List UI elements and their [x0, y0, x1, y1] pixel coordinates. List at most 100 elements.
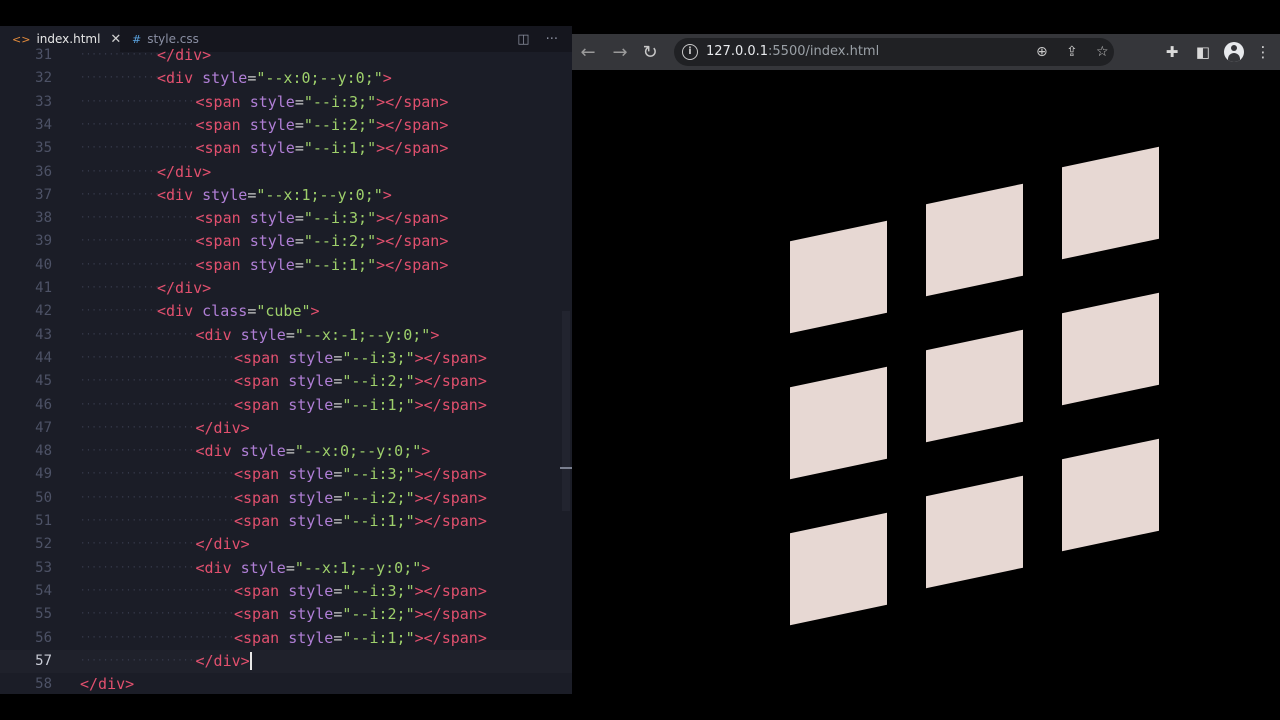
extensions-puzzle-icon[interactable]: ✚	[1158, 38, 1186, 66]
code-token: =	[247, 302, 257, 321]
line-number: 45	[35, 373, 52, 390]
code-line[interactable]: 42 ················· <div class="cube">	[0, 300, 572, 323]
share-icon[interactable]: ⇪	[1066, 38, 1078, 66]
code-token: "--x:1;--y:0;"	[294, 558, 422, 577]
code-token: <span	[195, 209, 241, 228]
code-line[interactable]: 34 ·························· <span style=…	[0, 114, 572, 137]
code-token: "--i:2;"	[342, 488, 415, 507]
code-line[interactable]: 53 ·························· <div style="…	[0, 557, 572, 580]
code-token: <span	[234, 348, 280, 367]
browser-toolbar: ← → ↻ i 127.0.0.1:5500/index.html ⊕ ⇪ ☆ …	[572, 34, 1280, 70]
code-line[interactable]: 40 ·························· <span style=…	[0, 254, 572, 277]
info-icon[interactable]: i	[682, 44, 698, 60]
zoom-icon[interactable]: ⊕	[1036, 38, 1048, 66]
code-line[interactable]: 47 ·························· </div>	[0, 417, 572, 440]
code-token: >	[421, 442, 431, 461]
editor-scrollbar[interactable]	[562, 311, 570, 511]
code-text: <span style="--i:3;"></span>	[234, 580, 487, 603]
line-number: 44	[35, 349, 52, 366]
code-line[interactable]: 55 ·································· <spa…	[0, 603, 572, 626]
code-line[interactable]: 54 ·································· <spa…	[0, 580, 572, 603]
code-token: =	[247, 69, 257, 88]
reload-icon[interactable]: ↻	[636, 38, 664, 66]
code-token: >	[202, 46, 212, 64]
code-line[interactable]: 58 </div>	[0, 673, 572, 694]
code-token: style	[240, 558, 286, 577]
scroll-position-marker	[560, 467, 572, 469]
code-token: <div	[157, 302, 194, 321]
code-token: =	[294, 209, 304, 228]
code-line[interactable]: 37 ················· <div style="--x:1;--y…	[0, 184, 572, 207]
code-line[interactable]: 32 ················· <div style="--x:0;--y…	[0, 67, 572, 90]
code-line[interactable]: 52 ·························· </div>	[0, 533, 572, 556]
code-token: "--i:1;"	[303, 255, 377, 274]
code-text: <span style="--i:1;"></span>	[234, 510, 487, 533]
back-arrow-icon[interactable]: ←	[574, 38, 602, 66]
code-token: <div	[195, 558, 232, 577]
code-token: div	[175, 46, 203, 64]
menu-kebab-icon[interactable]: ⋮	[1249, 38, 1277, 66]
code-line[interactable]: 49 ·································· <spa…	[0, 463, 572, 486]
code-line[interactable]: 50 ·································· <spa…	[0, 487, 572, 510]
code-token: "cube"	[256, 302, 311, 321]
line-number: 48	[35, 443, 52, 460]
code-token: "--i:3;"	[342, 348, 415, 367]
code-line[interactable]: 35 ·························· <span style=…	[0, 137, 572, 160]
code-token: </div>	[195, 535, 250, 554]
line-number: 46	[35, 396, 52, 413]
line-number: 34	[35, 116, 52, 133]
code-line[interactable]: 39 ·························· <span style=…	[0, 230, 572, 253]
address-bar[interactable]: i 127.0.0.1:5500/index.html ⊕ ⇪ ☆	[674, 38, 1114, 66]
profile-avatar-icon[interactable]	[1224, 42, 1244, 62]
code-line[interactable]: 38 ·························· <span style=…	[0, 207, 572, 230]
code-token: ></span>	[376, 232, 449, 251]
code-token: <span	[234, 395, 280, 414]
code-line[interactable]: 33 ·························· <span style=…	[0, 91, 572, 114]
code-line[interactable]: 41 ················· </div>	[0, 277, 572, 300]
line-number: 56	[35, 629, 52, 646]
code-token: ></span>	[414, 395, 487, 414]
code-line[interactable]: 48 ·························· <div style="…	[0, 440, 572, 463]
code-token: "--i:1;"	[342, 395, 415, 414]
line-number: 57	[35, 652, 52, 669]
code-line[interactable]: 45 ·································· <spa…	[0, 370, 572, 393]
line-number: 37	[35, 186, 52, 203]
line-number: 35	[35, 140, 52, 157]
code-text: <span style="--i:3;"></span>	[234, 463, 487, 486]
code-line[interactable]: 51 ·································· <spa…	[0, 510, 572, 533]
code-line[interactable]: 31 ················· </div>	[0, 44, 572, 67]
code-line[interactable]: 44 ·································· <spa…	[0, 347, 572, 370]
code-token: "--i:2;"	[303, 232, 377, 251]
forward-arrow-icon[interactable]: →	[606, 38, 634, 66]
bookmark-star-icon[interactable]: ☆	[1096, 38, 1109, 66]
url-path: :5500/index.html	[768, 44, 880, 59]
code-token: =	[294, 255, 304, 274]
cube-face-tile	[1062, 292, 1159, 406]
code-line[interactable]: 57 ·························· </div>	[0, 649, 572, 674]
code-line[interactable]: 43 ·························· <div style="…	[0, 324, 572, 347]
cube-face-tile	[1062, 146, 1159, 260]
code-token: style	[240, 442, 286, 461]
code-token: ></span>	[414, 581, 487, 600]
code-token: >	[382, 69, 392, 88]
browser-window: ← → ↻ i 127.0.0.1:5500/index.html ⊕ ⇪ ☆ …	[572, 26, 1280, 694]
code-text: <span style="--i:3;"></span>	[196, 91, 449, 114]
code-text: </div>	[196, 417, 250, 440]
line-number: 53	[35, 559, 52, 576]
code-area[interactable]: 31 ················· </div> 32 ·············…	[0, 46, 572, 694]
code-text: <span style="--i:2;"></span>	[234, 487, 487, 510]
code-token: <span	[195, 139, 241, 158]
url-text[interactable]: 127.0.0.1:5500/index.html	[706, 38, 879, 66]
code-line[interactable]: 56 ·································· <spa…	[0, 627, 572, 650]
code-token: style	[288, 465, 334, 484]
code-line[interactable]: 46 ·································· <spa…	[0, 394, 572, 417]
side-panel-icon[interactable]: ◧	[1189, 38, 1217, 66]
code-line[interactable]: 36 ················· </div>	[0, 161, 572, 184]
cube-face-tile	[790, 366, 887, 480]
code-text: <span style="--i:1;"></span>	[196, 254, 449, 277]
